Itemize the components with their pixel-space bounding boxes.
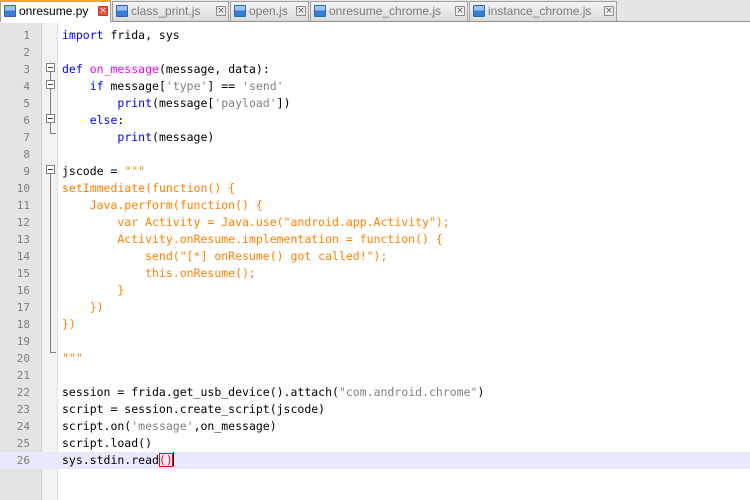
code-line[interactable]: 14 send("[*] onResume() got called!"); <box>0 248 750 265</box>
code-text: """ <box>62 351 83 365</box>
code-text: this.onResume(); <box>62 266 256 280</box>
code-text: script.on('message',on_message) <box>62 419 277 433</box>
line-number: 6 <box>23 114 30 127</box>
code-line[interactable]: 7 print(message) <box>0 129 750 146</box>
code-line[interactable]: 22 session = frida.get_usb_device().atta… <box>0 384 750 401</box>
close-icon[interactable]: × <box>216 6 226 16</box>
save-file-icon <box>473 5 485 17</box>
code-line[interactable]: 3 def on_message(message, data): <box>0 61 750 78</box>
code-text: setImmediate(function() { <box>62 181 236 195</box>
code-line[interactable]: 11 Java.perform(function() { <box>0 197 750 214</box>
tab-label: class_print.js <box>131 4 201 18</box>
code-text: }) <box>62 317 76 331</box>
line-number: 8 <box>23 148 30 161</box>
tab-class-print-js[interactable]: class_print.js × <box>112 1 229 21</box>
code-line[interactable]: 17 }) <box>0 299 750 316</box>
close-icon[interactable]: × <box>604 6 614 16</box>
tab-onresume-py[interactable]: onresume.py × <box>0 0 111 22</box>
line-number: 22 <box>16 386 30 399</box>
save-file-icon <box>4 5 16 17</box>
code-text: import frida, sys <box>62 28 180 42</box>
code-text: jscode = """ <box>62 164 146 178</box>
current-line[interactable]: 26 sys.stdin.read() <box>0 452 750 469</box>
code-line[interactable]: 24 script.on('message',on_message) <box>0 418 750 435</box>
brace-highlight: () <box>158 453 173 467</box>
code-line[interactable]: 5 print(message['payload']) <box>0 95 750 112</box>
line-number: 24 <box>16 420 30 433</box>
tab-open-js[interactable]: open.js × <box>230 1 309 21</box>
code-text: Java.perform(function() { <box>62 198 263 212</box>
close-icon[interactable]: × <box>296 6 306 16</box>
code-text: sys.stdin.read() <box>62 452 174 467</box>
tab-label: instance_chrome.js <box>488 4 592 18</box>
code-text: if message['type'] == 'send' <box>89 79 284 93</box>
code-text: else: <box>89 113 125 127</box>
code-text: var Activity = Java.use("android.app.Act… <box>62 215 450 229</box>
tab-bar: onresume.py × class_print.js × open.js ×… <box>0 0 750 22</box>
line-number: 25 <box>16 437 30 450</box>
line-number: 18 <box>16 318 30 331</box>
code-line[interactable]: 18 }) <box>0 316 750 333</box>
code-line[interactable]: 12 var Activity = Java.use("android.app.… <box>0 214 750 231</box>
code-line[interactable]: 15 this.onResume(); <box>0 265 750 282</box>
line-number: 11 <box>16 199 30 212</box>
line-number: 26 <box>16 454 30 467</box>
line-number: 14 <box>16 250 30 263</box>
line-number: 1 <box>23 29 30 42</box>
close-icon[interactable]: × <box>98 6 108 16</box>
code-text: script = session.create_script(jscode) <box>62 402 326 416</box>
code-text: print(message) <box>117 130 215 144</box>
code-text: session = frida.get_usb_device().attach(… <box>62 385 485 399</box>
tab-instance-chrome-js[interactable]: instance_chrome.js × <box>469 1 617 21</box>
code-line[interactable]: 4 if message['type'] == 'send' <box>0 78 750 95</box>
save-file-icon <box>234 5 246 17</box>
code-line[interactable]: 16 } <box>0 282 750 299</box>
save-file-icon <box>314 5 326 17</box>
code-line[interactable]: 10 setImmediate(function() { <box>0 180 750 197</box>
code-line[interactable]: 2 <box>0 44 750 61</box>
code-line[interactable]: 9 jscode = """ <box>0 163 750 180</box>
code-text: Activity.onResume.implementation = funct… <box>62 232 443 246</box>
line-number: 17 <box>16 301 30 314</box>
line-number: 9 <box>23 165 30 178</box>
code-text: send("[*] onResume() got called!"); <box>62 249 388 263</box>
tab-label: onresume.py <box>19 4 89 18</box>
line-number: 2 <box>23 46 30 59</box>
code-text: }) <box>62 300 104 314</box>
code-text: } <box>62 283 125 297</box>
tab-onresume-chrome-js[interactable]: onresume_chrome.js × <box>310 1 468 21</box>
line-number: 21 <box>16 369 30 382</box>
line-number: 10 <box>16 182 30 195</box>
line-number: 13 <box>16 233 30 246</box>
code-editor[interactable]: 1 import frida, sys 2 3 def on_message(m… <box>0 23 750 500</box>
code-text: script.load() <box>62 436 153 450</box>
code-line[interactable]: 1 import frida, sys <box>0 27 750 44</box>
code-line[interactable]: 6 else: <box>0 112 750 129</box>
code-text: print(message['payload']) <box>117 96 291 110</box>
code-line[interactable]: 19 <box>0 333 750 350</box>
tab-label: open.js <box>249 4 288 18</box>
line-number: 23 <box>16 403 30 416</box>
code-line[interactable]: 8 <box>0 146 750 163</box>
line-number: 5 <box>23 97 30 110</box>
code-line[interactable]: 13 Activity.onResume.implementation = fu… <box>0 231 750 248</box>
code-text: def on_message(message, data): <box>62 62 270 76</box>
close-icon[interactable]: × <box>455 6 465 16</box>
line-number: 16 <box>16 284 30 297</box>
tab-label: onresume_chrome.js <box>329 4 442 18</box>
line-number: 20 <box>16 352 30 365</box>
save-file-icon <box>116 5 128 17</box>
line-number: 15 <box>16 267 30 280</box>
code-line[interactable]: 23 script = session.create_script(jscode… <box>0 401 750 418</box>
code-line[interactable]: 21 <box>0 367 750 384</box>
line-number: 7 <box>23 131 30 144</box>
line-number: 19 <box>16 335 30 348</box>
code-line[interactable]: 25 script.load() <box>0 435 750 452</box>
code-line[interactable]: 20 """ <box>0 350 750 367</box>
line-number: 12 <box>16 216 30 229</box>
text-cursor <box>172 452 174 466</box>
line-number: 4 <box>23 80 30 93</box>
line-number: 3 <box>23 63 30 76</box>
